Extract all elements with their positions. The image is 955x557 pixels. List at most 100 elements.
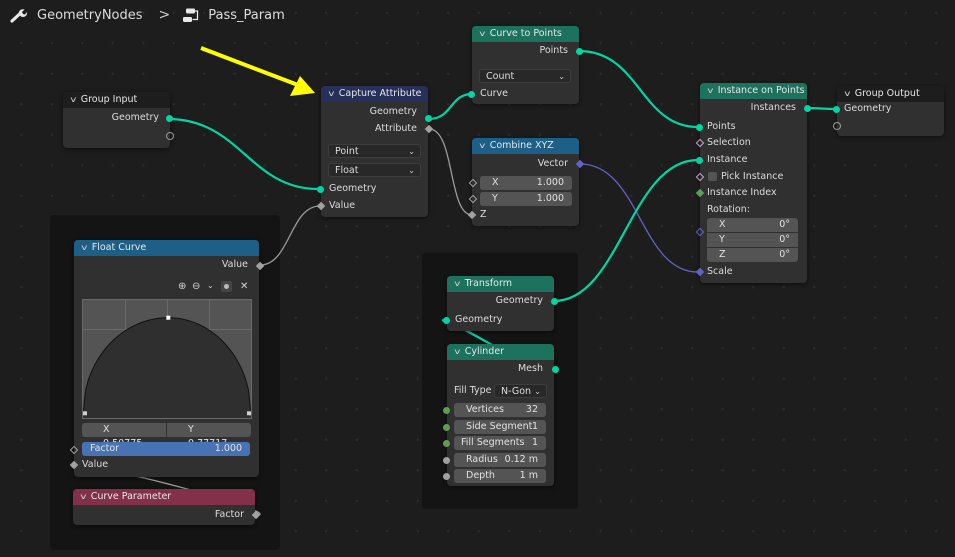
- node-header[interactable]: v Instance on Points: [700, 83, 807, 99]
- field-label: Vertices: [466, 404, 504, 415]
- node-header[interactable]: v Transform: [447, 276, 554, 292]
- node-combine-xyz[interactable]: v Combine XYZ Vector X 1.000 Y 1.000 Z: [467, 138, 585, 226]
- fill-type-value: N-Gon: [501, 386, 532, 397]
- socket-depth-input[interactable]: [443, 473, 450, 480]
- wrench-icon: [10, 9, 28, 23]
- output-vector-label: Vector: [537, 158, 568, 169]
- modifier-name[interactable]: GeometryNodes: [37, 8, 143, 23]
- socket-empty-output[interactable]: [166, 132, 174, 140]
- field-label: Y: [719, 234, 725, 245]
- field-value: 32: [525, 404, 538, 415]
- socket-geometry-input[interactable]: [833, 106, 840, 113]
- curve-control-point[interactable]: [83, 411, 87, 416]
- input-value-label: Value: [329, 200, 356, 211]
- socket-mesh-output[interactable]: [552, 366, 559, 373]
- input-selection-label: Selection: [707, 137, 751, 148]
- curve-control-point[interactable]: [166, 315, 171, 320]
- node-header[interactable]: v Curve Parameter: [73, 489, 255, 505]
- collapse-chevron-icon[interactable]: v: [479, 26, 485, 42]
- point-y-field[interactable]: Y 0.77717: [167, 423, 251, 449]
- node-title: Curve Parameter: [90, 491, 172, 502]
- fill-segments-field[interactable]: Fill Segments 1: [454, 436, 546, 450]
- collapse-chevron-icon[interactable]: v: [479, 138, 485, 154]
- socket-side-segment-input[interactable]: [443, 424, 450, 431]
- close-icon[interactable]: ✕: [240, 281, 248, 292]
- zoom-in-icon[interactable]: ⊕: [178, 281, 186, 292]
- socket-vertices-input[interactable]: [443, 407, 450, 414]
- node-tree-name[interactable]: Pass_Param: [208, 8, 284, 23]
- input-curve-label: Curve: [480, 88, 509, 99]
- vertices-field[interactable]: Vertices 32: [454, 403, 546, 417]
- node-float-curve[interactable]: v Float Curve Value ⊕ ⊖ ⌄ ✕ X 0.50775 Y 0…: [69, 240, 265, 477]
- field-label: X: [719, 219, 726, 230]
- input-instance-index-label: Instance Index: [707, 187, 777, 198]
- field-y[interactable]: Y 1.000: [480, 192, 572, 206]
- socket-geometry-output[interactable]: [166, 115, 173, 122]
- handle-icon[interactable]: [221, 281, 232, 292]
- mode-dropdown[interactable]: Count ⌄: [479, 69, 571, 83]
- node-header[interactable]: v Curve to Points: [472, 26, 579, 42]
- output-mesh-label: Mesh: [517, 363, 543, 374]
- node-title: Combine XYZ: [489, 140, 554, 151]
- socket-geometry-output[interactable]: [425, 115, 432, 122]
- depth-field[interactable]: Depth 1 m: [454, 469, 546, 483]
- node-header[interactable]: v Combine XYZ: [472, 138, 579, 154]
- rotation-x-field[interactable]: X 0°: [707, 218, 798, 232]
- data-type-dropdown[interactable]: Float ⌄: [328, 163, 421, 177]
- node-transform[interactable]: v Transform Geometry Geometry: [443, 276, 558, 331]
- radius-field[interactable]: Radius 0.12 m: [454, 453, 546, 467]
- chevron-down-icon: ⌄: [534, 387, 541, 396]
- domain-value: Point: [335, 146, 359, 157]
- collapse-chevron-icon[interactable]: v: [707, 83, 713, 99]
- socket-points-input[interactable]: [696, 124, 703, 131]
- socket-points-output[interactable]: [576, 48, 583, 55]
- socket-geometry-input[interactable]: [317, 186, 324, 193]
- field-label: Radius: [466, 454, 498, 465]
- node-group-output[interactable]: v Group Output Geometry: [833, 86, 944, 136]
- fill-type-dropdown[interactable]: N-Gon ⌄: [494, 384, 547, 398]
- node-header[interactable]: v Capture Attribute: [321, 86, 428, 102]
- node-instance-on-points[interactable]: v Instance on Points Instances Points Sel…: [695, 83, 811, 283]
- node-title: Transform: [464, 278, 512, 289]
- socket-instance-input[interactable]: [696, 157, 703, 164]
- collapse-chevron-icon[interactable]: v: [328, 86, 334, 102]
- socket-curve-input[interactable]: [468, 91, 475, 98]
- node-group-input[interactable]: v Group Input Geometry: [63, 92, 174, 148]
- socket-empty-input[interactable]: [833, 122, 841, 130]
- point-x-field[interactable]: X 0.50775: [82, 423, 166, 449]
- pick-instance-checkbox[interactable]: [708, 172, 717, 181]
- node-curve-to-points[interactable]: v Curve to Points Points Count ⌄ Curve: [468, 26, 583, 104]
- rotation-z-field[interactable]: Z 0°: [707, 248, 798, 262]
- chevron-down-icon[interactable]: ⌄: [207, 281, 214, 290]
- collapse-chevron-icon[interactable]: v: [81, 240, 87, 256]
- rotation-y-field[interactable]: Y 0°: [707, 233, 798, 247]
- socket-radius-input[interactable]: [443, 457, 450, 464]
- field-value: 1: [531, 421, 538, 432]
- node-cylinder[interactable]: v Cylinder Mesh Fill Type N-Gon ⌄ Vertices…: [443, 344, 559, 486]
- field-value: 1.000: [536, 193, 564, 204]
- node-capture-attribute[interactable]: v Capture Attribute Geometry Attribute Po…: [316, 86, 434, 217]
- curve-graph[interactable]: [82, 299, 252, 419]
- node-header[interactable]: v Group Output: [837, 86, 944, 102]
- side-segment-field[interactable]: Side Segment 1: [454, 420, 546, 434]
- curve-control-point[interactable]: [247, 411, 251, 416]
- socket-geometry-input[interactable]: [443, 317, 450, 324]
- field-label: Y: [492, 193, 498, 204]
- socket-fill-segments-input[interactable]: [443, 440, 450, 447]
- collapse-chevron-icon[interactable]: v: [70, 92, 76, 108]
- field-x[interactable]: X 1.000: [480, 176, 572, 190]
- node-curve-parameter[interactable]: v Curve Parameter Factor: [73, 489, 261, 525]
- factor-slider[interactable]: Factor 1.000: [82, 442, 250, 456]
- socket-instances-output[interactable]: [804, 105, 811, 112]
- rotation-label: Rotation:: [707, 204, 750, 215]
- collapse-chevron-icon[interactable]: v: [80, 489, 86, 505]
- collapse-chevron-icon[interactable]: v: [454, 344, 460, 360]
- node-header[interactable]: v Group Input: [63, 92, 170, 108]
- domain-dropdown[interactable]: Point ⌄: [328, 144, 421, 158]
- collapse-chevron-icon[interactable]: v: [844, 86, 850, 102]
- collapse-chevron-icon[interactable]: v: [454, 276, 460, 292]
- zoom-out-icon[interactable]: ⊖: [192, 281, 200, 292]
- node-header[interactable]: v Cylinder: [447, 344, 554, 360]
- socket-geometry-output[interactable]: [551, 298, 558, 305]
- node-header[interactable]: v Float Curve: [74, 240, 259, 256]
